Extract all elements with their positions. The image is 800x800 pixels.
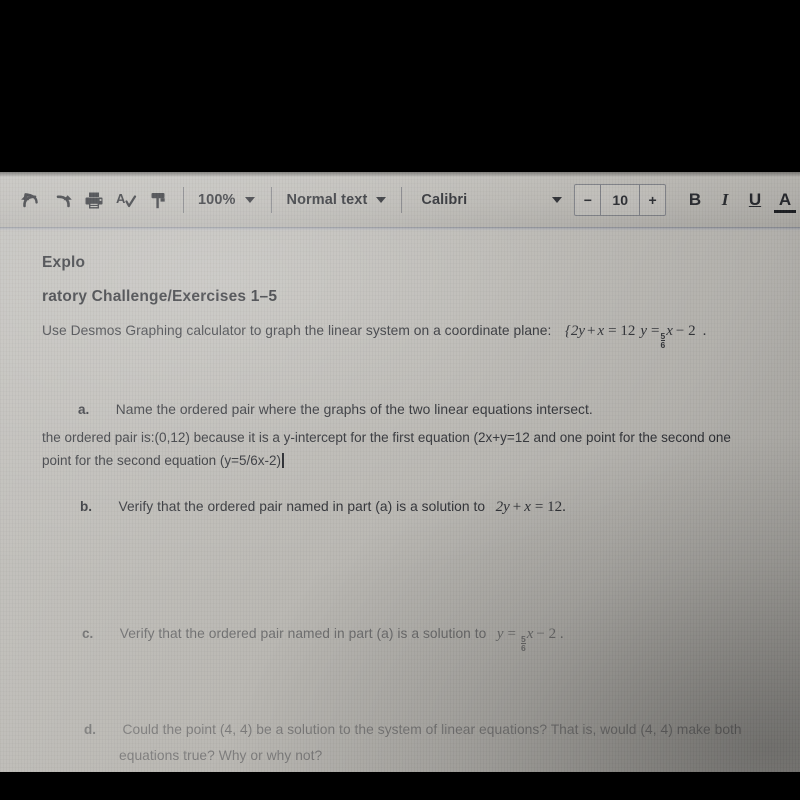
- fraction-numerator: 5: [660, 330, 666, 341]
- item-text-b: Verify that the ordered pair named in pa…: [118, 499, 486, 514]
- spellcheck-icon[interactable]: A: [110, 183, 142, 217]
- eq-equals-12: = 12: [608, 323, 636, 339]
- screen-area: A 100% Normal text Calibri − 10 + B I U …: [0, 172, 800, 772]
- exercise-item-d: d. Could the point (4, 4) be a solution …: [84, 721, 742, 739]
- document-canvas[interactable]: Explo ratory Challenge/Exercises 1–5 Use…: [0, 228, 800, 772]
- toolbar-divider: [183, 187, 184, 213]
- item-text-c: Verify that the ordered pair named in pa…: [119, 626, 487, 641]
- item-letter-d: d.: [84, 722, 96, 737]
- fraction-denominator: 6: [660, 340, 666, 351]
- eq-y: y: [640, 323, 648, 339]
- font-size-decrease-button[interactable]: −: [575, 185, 600, 215]
- eq-2y: 2y: [495, 499, 510, 515]
- item-letter-a: a.: [78, 402, 90, 417]
- eq-y: y: [496, 626, 504, 642]
- student-answer-line-2[interactable]: point for the second equation (y=5/6x-2): [42, 452, 284, 470]
- printer-icon[interactable]: [78, 183, 110, 217]
- zoom-dropdown[interactable]: 100%: [198, 192, 255, 208]
- eq-minus-2: − 2 .: [536, 626, 564, 642]
- item-text-a: Name the ordered pair where the graphs o…: [115, 402, 593, 417]
- exercise-item-a: a. Name the ordered pair where the graph…: [78, 401, 593, 419]
- undo-icon[interactable]: [14, 183, 46, 217]
- history-group: A: [14, 183, 174, 217]
- photographed-screen: A 100% Normal text Calibri − 10 + B I U …: [0, 0, 800, 800]
- bold-button[interactable]: B: [680, 184, 710, 216]
- svg-text:A: A: [116, 191, 126, 206]
- zoom-value: 100%: [198, 192, 236, 208]
- page-title-line2: ratory Challenge/Exercises 1–5: [42, 288, 278, 305]
- font-family-value: Calibri: [421, 192, 468, 208]
- student-answer-text-2: point for the second equation (y=5/6x-2): [42, 453, 282, 468]
- underline-button[interactable]: U: [740, 184, 770, 216]
- toolbar-divider: [401, 187, 403, 213]
- paragraph-style-dropdown[interactable]: Normal text: [287, 192, 387, 208]
- page-title-line1: Explo: [42, 254, 86, 271]
- exercise-item-c: c. Verify that the ordered pair named in…: [82, 625, 564, 653]
- text-color-button[interactable]: A: [770, 184, 800, 216]
- item-letter-c: c.: [82, 626, 94, 641]
- font-family-dropdown[interactable]: Calibri: [421, 192, 563, 208]
- item-c-equation: y = 5 6 x − 2 .: [496, 626, 564, 652]
- font-size-stepper[interactable]: − 10 +: [574, 184, 666, 216]
- eq-equals-12: = 12.: [534, 499, 566, 515]
- chevron-down-icon: [244, 197, 255, 203]
- student-answer-line-1[interactable]: the ordered pair is:(0,12) because it is…: [42, 430, 731, 445]
- eq-equals: =: [507, 626, 516, 642]
- font-size-value[interactable]: 10: [600, 185, 641, 215]
- item-text-d-line2: equations true? Why or why not?: [119, 748, 323, 763]
- intro-paragraph: Use Desmos Graphing calculator to graph …: [42, 322, 706, 350]
- paragraph-style-value: Normal text: [286, 192, 368, 208]
- eq-plus: +: [512, 499, 522, 515]
- item-text-d-line1: Could the point (4, 4) be a solution to …: [122, 722, 742, 737]
- eq-equals: =: [651, 323, 660, 339]
- fraction-numerator: 5: [520, 633, 526, 644]
- item-letter-b: b.: [80, 499, 92, 514]
- chevron-down-icon: [376, 197, 387, 203]
- redo-icon[interactable]: [46, 183, 78, 217]
- eq-x: x: [524, 499, 531, 515]
- italic-button[interactable]: I: [710, 184, 740, 216]
- eq-x: x: [526, 626, 534, 642]
- fraction-denominator: 6: [520, 643, 526, 654]
- intro-equation: {2y + x = 12 y = 5 6 x − 2.: [564, 323, 707, 349]
- exercise-item-b: b. Verify that the ordered pair named in…: [80, 498, 566, 516]
- fraction-five-sixths: 56: [520, 633, 526, 654]
- eq-plus: +: [587, 323, 596, 339]
- eq-period: .: [702, 323, 707, 339]
- eq-x2: x: [666, 323, 673, 339]
- item-b-equation: 2y + x = 12.: [496, 499, 566, 515]
- font-size-increase-button[interactable]: +: [640, 185, 665, 215]
- toolbar-divider: [270, 187, 272, 213]
- editor-toolbar: A 100% Normal text Calibri − 10 + B I U …: [0, 172, 800, 228]
- eq-open: {2y: [564, 323, 586, 339]
- eq-minus-2: − 2: [675, 323, 696, 339]
- fraction-five-sixths: 56: [660, 330, 666, 351]
- chevron-down-icon: [552, 197, 563, 203]
- eq-x: x: [597, 323, 605, 339]
- intro-text: Use Desmos Graphing calculator to graph …: [42, 323, 552, 338]
- paint-format-icon[interactable]: [142, 183, 174, 217]
- text-cursor: [282, 453, 284, 468]
